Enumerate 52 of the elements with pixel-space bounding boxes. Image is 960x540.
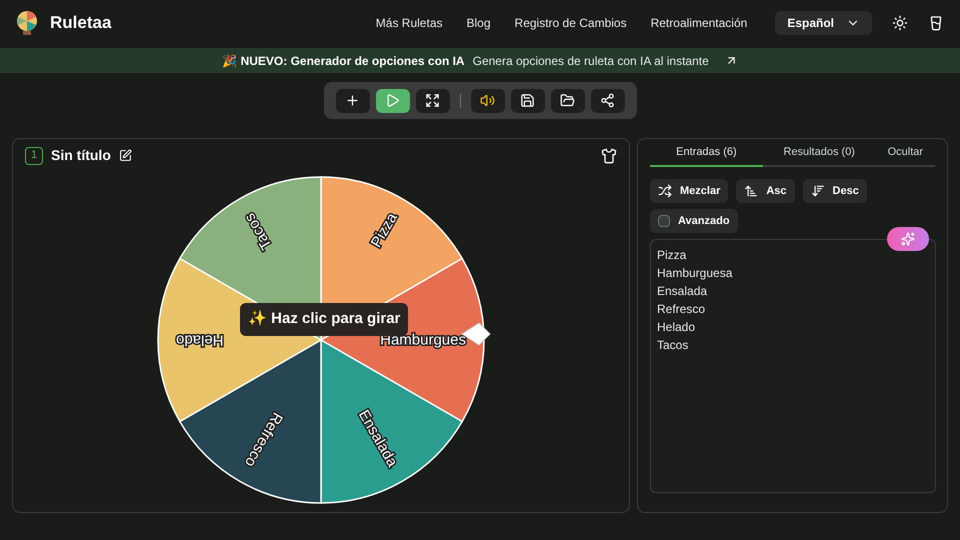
wheel-logo-icon: [16, 10, 38, 36]
nav-link[interactable]: Retroalimentación: [650, 14, 748, 32]
open-folder-button[interactable]: [550, 88, 584, 112]
desc-icon: [810, 184, 825, 198]
nav-link[interactable]: Registro de Cambios: [514, 14, 627, 32]
entry-line: Ensalada: [657, 283, 708, 300]
save-button[interactable]: [510, 88, 544, 112]
play-button[interactable]: [376, 88, 410, 112]
sort-descending-button[interactable]: Desc: [802, 179, 867, 203]
fullscreen-button[interactable]: [416, 88, 450, 112]
sort-ascending-button[interactable]: Asc: [736, 179, 795, 203]
add-button[interactable]: [336, 88, 370, 112]
wheel-number: 1: [25, 146, 43, 164]
shuffle-icon: [658, 184, 672, 198]
entries-textarea[interactable]: Pizza Hamburguesa Ensalada Refresco Helado Tacos: [650, 239, 936, 493]
spin-hint: ✨ Haz clic para girar: [240, 303, 408, 336]
entry-line: Helado: [657, 319, 696, 336]
open-icon: [560, 93, 575, 108]
language-select[interactable]: Español: [775, 11, 872, 35]
brand-name[interactable]: Ruletaa: [50, 10, 112, 36]
advanced-toggle[interactable]: Avanzado: [650, 209, 738, 233]
panel-tab[interactable]: Entradas (6): [650, 139, 763, 167]
checkbox[interactable]: [658, 215, 670, 227]
entry-line: Pizza: [657, 247, 688, 264]
wheel-title[interactable]: Sin título: [51, 145, 111, 166]
entry-line: Hamburguesa: [657, 265, 734, 282]
sound-icon: [480, 93, 495, 108]
panel-tab[interactable]: Ocultar: [876, 139, 935, 167]
ai-generate-button[interactable]: [887, 227, 929, 251]
fullscreen-icon: [425, 93, 440, 108]
edit-icon[interactable]: [118, 149, 132, 162]
shirt-icon[interactable]: [601, 148, 617, 164]
nav-link[interactable]: Blog: [466, 14, 491, 32]
save-icon: [520, 93, 535, 108]
theme-toggle-icon[interactable]: [892, 15, 908, 31]
panel-tab[interactable]: Resultados (0): [762, 139, 876, 167]
add-icon: [345, 93, 360, 108]
sound-button[interactable]: [470, 88, 504, 112]
share-button[interactable]: [590, 88, 624, 112]
sparkles-icon: [901, 232, 915, 246]
banner-title: 🎉 NUEVO: Generador de opciones con IA: [222, 52, 465, 70]
play-icon: [385, 93, 400, 108]
entry-line: Refresco: [657, 301, 706, 318]
entry-line: Tacos: [657, 337, 690, 354]
segment-label: Helado: [176, 332, 224, 348]
glass-icon[interactable]: [928, 15, 944, 31]
shuffle-button[interactable]: Mezclar: [650, 179, 728, 203]
announcement-banner[interactable]: 🎉 NUEVO: Generador de opciones con IA Genera opciones de ruleta con IA al instante: [0, 48, 960, 73]
asc-icon: [744, 184, 758, 198]
nav-link[interactable]: Más Ruletas: [376, 14, 442, 32]
banner-text: Genera opciones de ruleta con IA al instante: [472, 52, 709, 70]
share-icon: [600, 93, 615, 108]
